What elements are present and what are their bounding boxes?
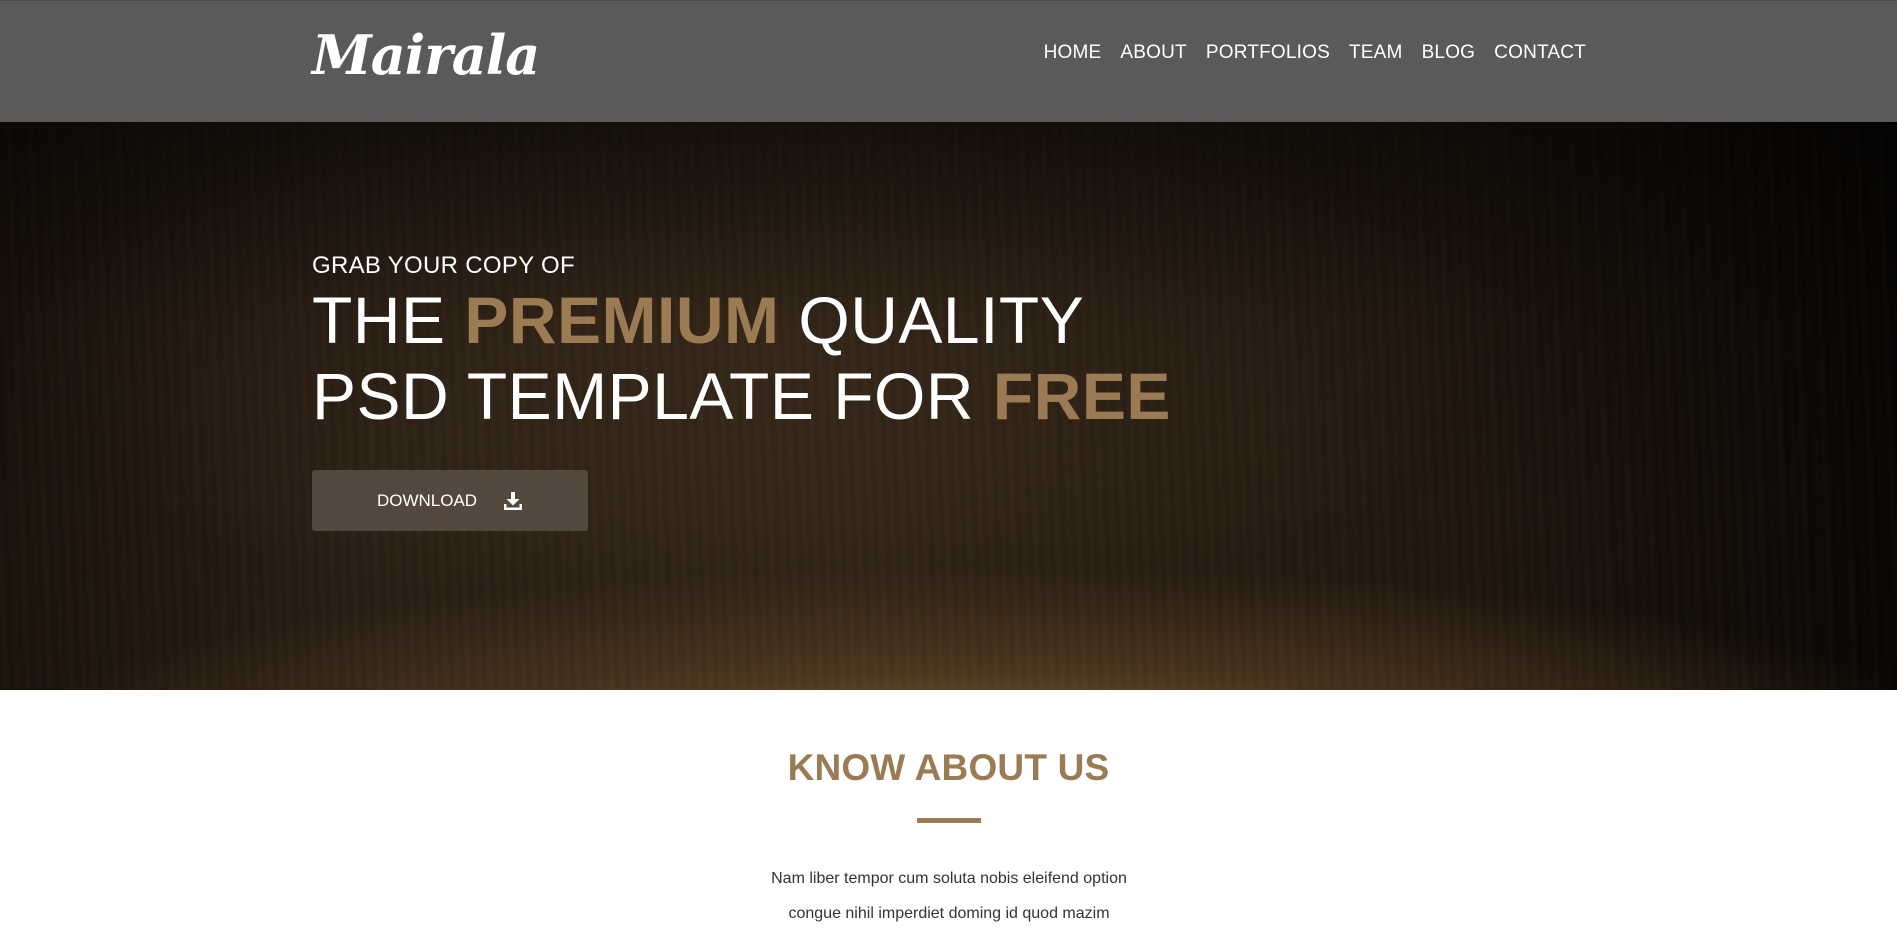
site-logo[interactable]: Mairala (312, 23, 540, 87)
nav-item-portfolios: PORTFOLIOS (1206, 41, 1330, 65)
hero-line-2-prefix: PSD TEMPLATE FOR (312, 359, 993, 433)
nav-item-blog: BLOG (1422, 41, 1476, 65)
nav-link-home[interactable]: HOME (1044, 42, 1102, 63)
hero-line-2: PSD TEMPLATE FOR FREE (312, 359, 1171, 433)
nav-link-contact[interactable]: CONTACT (1494, 42, 1586, 63)
nav-item-contact: CONTACT (1494, 41, 1586, 65)
nav-item-about: ABOUT (1120, 41, 1186, 65)
hero-line-1-accent: PREMIUM (464, 283, 780, 357)
nav-link-team[interactable]: TEAM (1349, 42, 1403, 63)
hero-line-1: THE PREMIUM QUALITY (312, 283, 1084, 357)
site-header: Mairala HOME ABOUT PORTFOLIOS TEAM BLOG … (0, 0, 1897, 122)
hero-kicker: GRAB YOUR COPY OF (312, 252, 575, 279)
about-text: Nam liber tempor cum soluta nobis eleife… (700, 861, 1198, 931)
hero-content: GRAB YOUR COPY OF THE PREMIUM QUALITY PS… (312, 252, 1171, 531)
nav-link-portfolios[interactable]: PORTFOLIOS (1206, 42, 1330, 63)
hero-line-2-accent: FREE (992, 359, 1171, 433)
download-button-label: DOWNLOAD (376, 490, 478, 510)
nav-item-home: HOME (1044, 41, 1102, 65)
download-icon (503, 491, 523, 511)
about-title-divider (917, 818, 981, 823)
hero-line-1-suffix: QUALITY (779, 283, 1085, 357)
download-button[interactable]: DOWNLOAD (312, 470, 588, 531)
hero-line-1-prefix: THE (312, 283, 465, 357)
about-text-line-2: congue nihil imperdiet doming id quod ma… (788, 905, 1110, 922)
nav-link-blog[interactable]: BLOG (1422, 42, 1476, 63)
about-text-line-1: Nam liber tempor cum soluta nobis eleife… (771, 870, 1127, 887)
hero-headline: THE PREMIUM QUALITY PSD TEMPLATE FOR FRE… (312, 282, 1171, 434)
nav-link-about[interactable]: ABOUT (1120, 42, 1186, 63)
nav-item-team: TEAM (1349, 41, 1403, 65)
hero-section: GRAB YOUR COPY OF THE PREMIUM QUALITY PS… (0, 122, 1897, 690)
about-section: KNOW ABOUT US Nam liber tempor cum solut… (0, 690, 1897, 927)
main-nav: HOME ABOUT PORTFOLIOS TEAM BLOG CONTACT (1044, 41, 1586, 65)
about-title: KNOW ABOUT US (787, 747, 1110, 788)
